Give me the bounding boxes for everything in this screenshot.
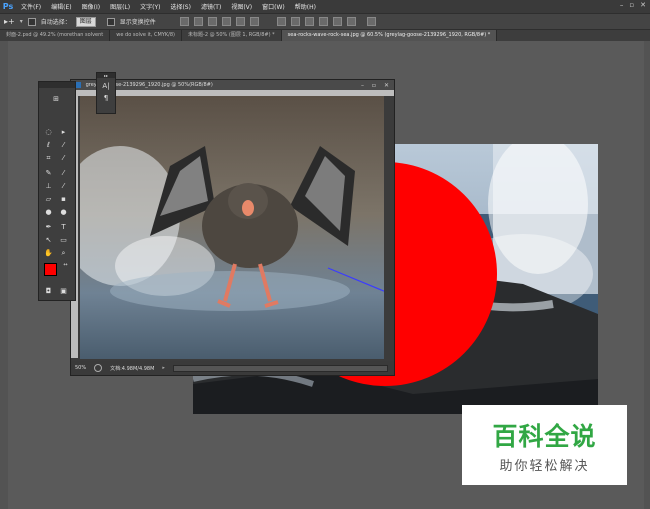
- tab-sea-rocks[interactable]: sea-rocks-wave-rock-sea.jpg @ 60.5% (gre…: [281, 30, 498, 41]
- history-brush-tool-icon[interactable]: ⁄: [58, 181, 69, 191]
- healing-brush-tool-icon[interactable]: ✎: [43, 168, 54, 178]
- close-icon[interactable]: ✕: [640, 1, 646, 9]
- auto-select-label: 自动选择：: [40, 19, 71, 26]
- paragraph-panel-icon[interactable]: ¶: [97, 94, 115, 102]
- align-hcenter-icon[interactable]: [235, 17, 245, 26]
- menu-filter[interactable]: 滤镜(T): [196, 2, 226, 11]
- foreground-color-swatch[interactable]: [44, 263, 57, 276]
- document-tabs: 封面-2.psd @ 49.2% (morethan solvent we do…: [0, 30, 650, 41]
- lasso-tool-icon[interactable]: ℓ: [43, 140, 54, 150]
- align-bottom-icon[interactable]: [207, 17, 217, 26]
- rectangle-tool-icon[interactable]: ▭: [58, 235, 69, 245]
- blur-tool-icon[interactable]: ●: [43, 207, 54, 217]
- zoom-level[interactable]: 50%: [75, 365, 86, 371]
- eyedropper-tool-icon[interactable]: ⁄: [58, 153, 69, 163]
- align-vcenter-icon[interactable]: [193, 17, 203, 26]
- menu-edit[interactable]: 编辑(E): [46, 2, 76, 11]
- menu-file[interactable]: 文件(F): [16, 2, 46, 11]
- distribute-top-icon[interactable]: [276, 17, 286, 26]
- move-tool-icon[interactable]: ▸+: [4, 17, 15, 26]
- horizontal-scrollbar[interactable]: [172, 364, 388, 372]
- character-panel-icon[interactable]: A|: [97, 82, 115, 90]
- document-size: 文档:4.98M/4.98M: [110, 365, 155, 372]
- menu-window[interactable]: 窗口(W): [257, 2, 290, 11]
- dodge-tool-icon[interactable]: ●: [58, 207, 69, 217]
- show-transform-label: 显示变换控件: [119, 19, 156, 26]
- distribute-bottom-icon[interactable]: [304, 17, 314, 26]
- align-right-icon[interactable]: [249, 17, 259, 26]
- watermark-subtitle: 助你轻松解决: [499, 459, 590, 474]
- swap-colors-icon[interactable]: ↔: [60, 260, 71, 270]
- distribute-left-icon[interactable]: [318, 17, 328, 26]
- path-select-tool-icon[interactable]: ↖: [43, 235, 54, 245]
- menu-bar: Ps 文件(F) 编辑(E) 图像(I) 图层(L) 文字(Y) 选择(S) 滤…: [0, 0, 650, 13]
- status-arrow-icon[interactable]: ▸: [162, 365, 165, 371]
- window-controls: – ▫ ✕: [620, 1, 646, 9]
- photoshop-logo: Ps: [2, 2, 14, 11]
- tab-we-do-solve[interactable]: we do solve it, CMYK/8): [110, 30, 183, 41]
- character-panel: ▸▸ A| ¶: [96, 72, 116, 114]
- distribute-hcenter-icon[interactable]: [332, 17, 342, 26]
- auto-align-icon[interactable]: [366, 17, 376, 26]
- toolbox-grip-icon[interactable]: ⊞: [43, 94, 69, 104]
- align-top-icon[interactable]: [179, 17, 189, 26]
- watermark-title: 百科全说: [492, 422, 597, 451]
- zoom-tool-icon[interactable]: ⌕: [58, 248, 69, 258]
- maximize-icon[interactable]: ▫: [629, 1, 634, 9]
- hand-tool-icon[interactable]: ✋: [43, 248, 54, 258]
- distribute-vcenter-icon[interactable]: [290, 17, 300, 26]
- distribute-right-icon[interactable]: [346, 17, 356, 26]
- quick-mask-icon[interactable]: ◘: [43, 286, 54, 296]
- tools-panel: ⊞ ◌ ▸ ℓ ⁄ ⌗ ⁄ ✎ ⁄ ⊥ ⁄ ▱ ▪ ● ● ✒ T ↖ ▭ ✋ …: [38, 81, 76, 301]
- auto-select-dropdown[interactable]: 图层: [75, 16, 96, 27]
- doc-window-title-bar[interactable]: greylag-goose-2139296_1920.jpg @ 50%(RGB…: [71, 80, 394, 90]
- screen-mode-icon[interactable]: ▣: [58, 286, 69, 296]
- align-left-icon[interactable]: [221, 17, 231, 26]
- menu-layer[interactable]: 图层(L): [105, 2, 135, 11]
- clone-stamp-tool-icon[interactable]: ⊥: [43, 181, 54, 191]
- status-info-icon[interactable]: [94, 364, 103, 372]
- menu-view[interactable]: 视图(V): [226, 2, 257, 11]
- type-tool-icon[interactable]: T: [58, 222, 69, 232]
- goose-document-window[interactable]: greylag-goose-2139296_1920.jpg @ 50%(RGB…: [70, 79, 395, 376]
- gradient-tool-icon[interactable]: ▪: [58, 194, 69, 204]
- move-tool-icon-panel[interactable]: ▸: [58, 127, 69, 137]
- watermark-badge: 百科全说 助你轻松解决: [462, 405, 627, 485]
- tab-cover-psd[interactable]: 封面-2.psd @ 49.2% (morethan solvent: [0, 30, 111, 41]
- doc-status-bar: 50% 文档:4.98M/4.98M ▸: [71, 361, 394, 375]
- menu-select[interactable]: 选择(S): [165, 2, 196, 11]
- auto-select-checkbox[interactable]: [27, 17, 36, 26]
- minimize-icon[interactable]: –: [620, 1, 624, 9]
- tool-preset-dropdown[interactable]: ▾: [20, 18, 23, 25]
- show-transform-checkbox[interactable]: [106, 17, 115, 26]
- menu-help[interactable]: 帮助(H): [290, 2, 321, 11]
- tools-panel-header[interactable]: [39, 82, 75, 88]
- panel-collapse-icon[interactable]: ▸▸: [97, 73, 115, 78]
- marquee-tool-icon[interactable]: ◌: [43, 127, 54, 137]
- quick-select-tool-icon[interactable]: ⁄: [58, 140, 69, 150]
- tab-untitled-2[interactable]: 未标题-2 @ 50% (图层 1, RGB/8#) *: [182, 30, 282, 41]
- crop-tool-icon[interactable]: ⌗: [43, 153, 54, 163]
- goose-photo[interactable]: [80, 96, 384, 359]
- menu-type[interactable]: 文字(Y): [135, 2, 165, 11]
- pen-tool-icon[interactable]: ✒: [43, 222, 54, 232]
- menu-image[interactable]: 图像(I): [77, 2, 105, 11]
- brush-tool-icon[interactable]: ⁄: [58, 168, 69, 178]
- eraser-tool-icon[interactable]: ▱: [43, 194, 54, 204]
- options-bar: ▸+ ▾ 自动选择： 图层 显示变换控件: [0, 13, 650, 30]
- drag-guide-line: [327, 267, 384, 292]
